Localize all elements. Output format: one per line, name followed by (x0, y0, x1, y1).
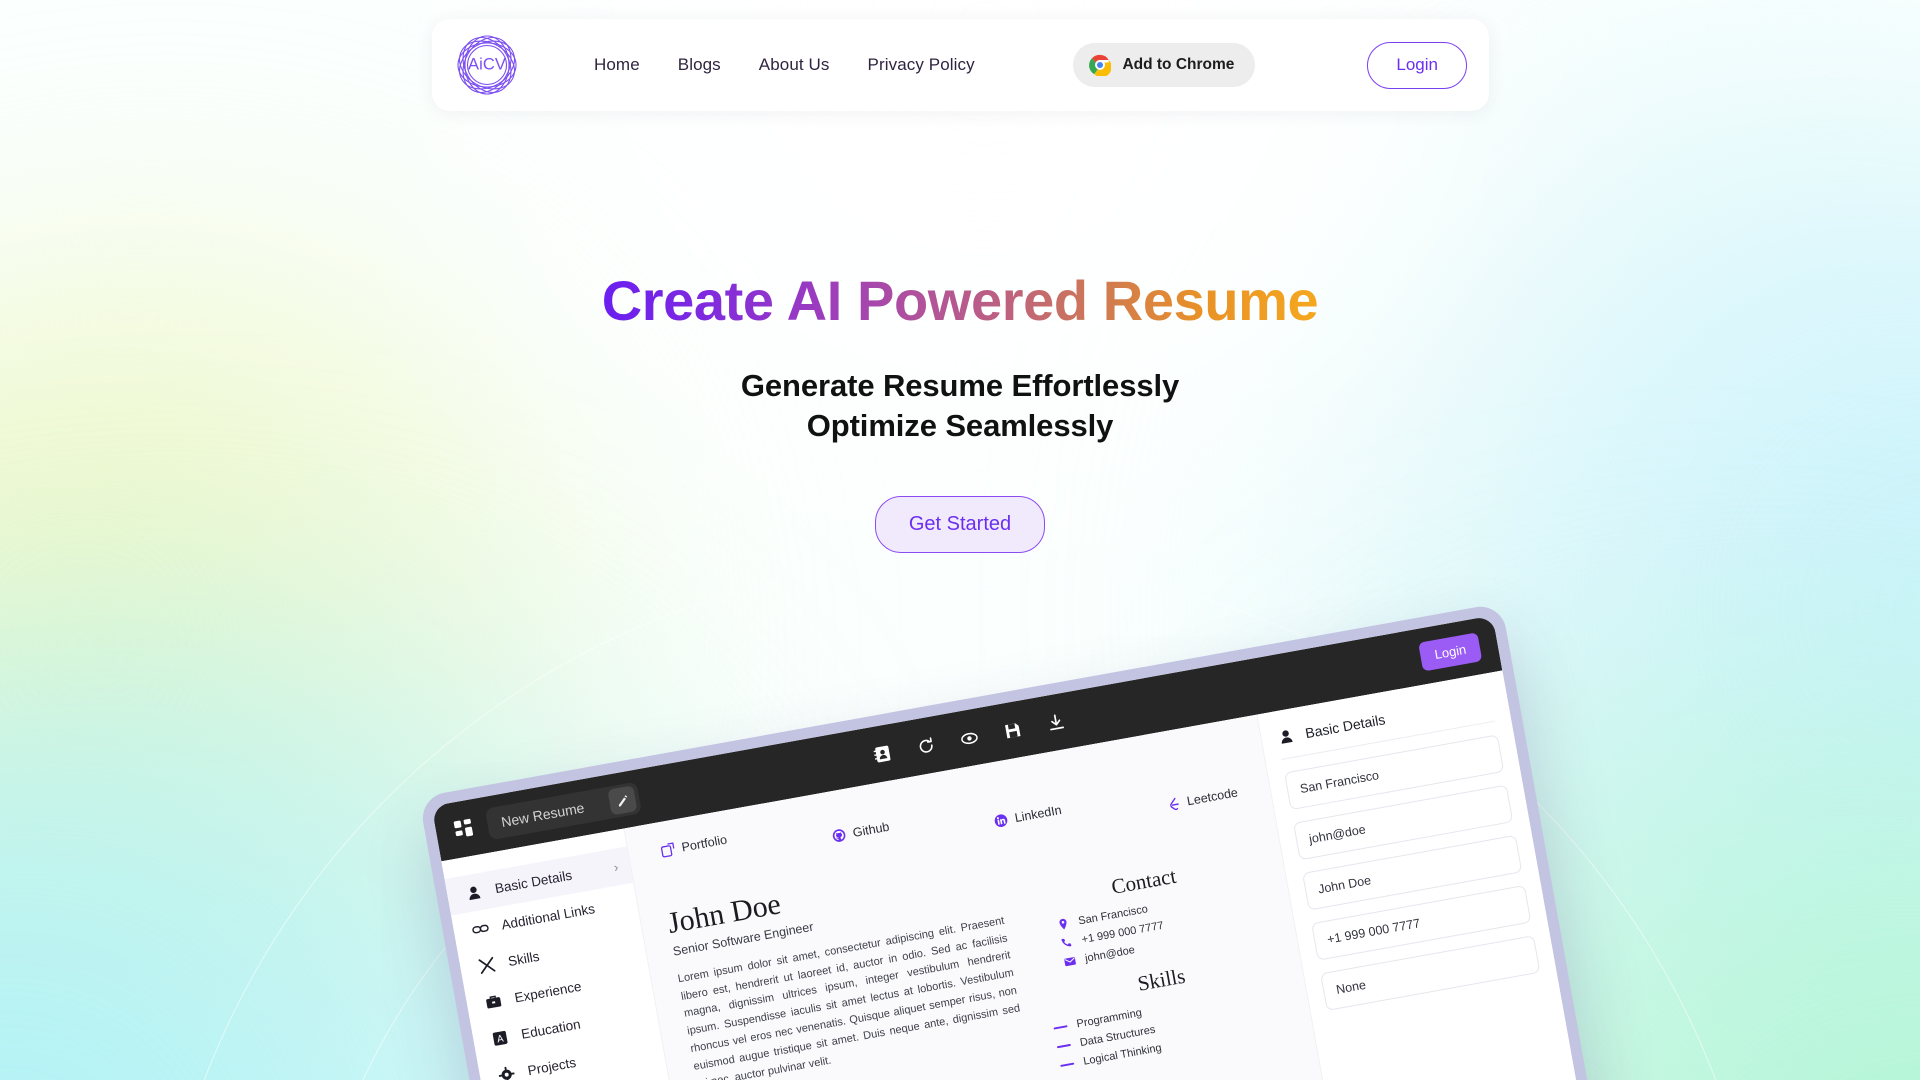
pencil-icon (618, 794, 627, 807)
resume-link-portfolio[interactable]: Portfolio (660, 833, 728, 859)
resume-link-label: Github (851, 819, 891, 840)
mail-icon (1064, 957, 1077, 967)
resume-link-linkedin[interactable]: LinkedIn (993, 803, 1063, 829)
sidebar-label: Projects (526, 1054, 578, 1079)
github-icon (832, 829, 846, 842)
nav-privacy-policy[interactable]: Privacy Policy (868, 55, 975, 75)
user-badge-icon (469, 886, 481, 901)
dash-icon (1053, 1025, 1069, 1030)
location-pin-icon (1059, 918, 1067, 930)
header-actions: Add to Chrome Login (1073, 41, 1467, 89)
sidebar-label: Experience (513, 978, 583, 1006)
basic-details-form-panel: Basic Details San Francisco john@doe Joh… (1256, 670, 1624, 1080)
logo[interactable]: AiCV (454, 32, 520, 98)
sidebar-label: Additional Links (500, 901, 597, 933)
add-to-chrome-label: Add to Chrome (1122, 56, 1235, 73)
external-link-icon (660, 842, 675, 858)
nav-home[interactable]: Home (594, 55, 640, 75)
nav-blogs[interactable]: Blogs (678, 55, 721, 75)
dash-icon (1060, 1062, 1075, 1067)
sidebar-label: Education (519, 1016, 582, 1042)
resume-link-github[interactable]: Github (831, 820, 890, 844)
resume-name-value: New Resume (499, 799, 586, 831)
graduation-icon: A (492, 1030, 508, 1046)
hero-subtitle: Generate Resume Effortlessly Optimize Se… (0, 366, 1920, 447)
refresh-icon[interactable] (915, 735, 937, 757)
laptop-frame: New Resume Login Basic Details › Additio… (418, 602, 1636, 1080)
link-icon (472, 924, 489, 934)
login-button[interactable]: Login (1367, 41, 1467, 89)
resume-contact-label: john@doe (1084, 944, 1136, 965)
resume-link-label: LinkedIn (1013, 802, 1063, 826)
resume-link-label: Portfolio (680, 832, 729, 855)
resume-side-column: Contact San Francisco +1 999 000 7777 jo… (1021, 804, 1306, 1080)
logo-text: AiCV (468, 55, 506, 74)
hero-subtitle-line-2: Optimize Seamlessly (806, 407, 1114, 443)
hero-subtitle-line-1: Generate Resume Effortlessly (740, 367, 1180, 403)
sidebar-label: Basic Details (493, 867, 574, 897)
eye-icon[interactable] (958, 727, 980, 749)
page-root: AiCV Home Blogs About Us Privacy Policy … (0, 0, 1920, 1080)
edit-resume-name-button[interactable] (607, 785, 638, 816)
nav-about-us[interactable]: About Us (759, 55, 830, 75)
linkedin-icon (994, 814, 1008, 827)
main-nav: Home Blogs About Us Privacy Policy (594, 55, 975, 75)
get-started-button[interactable]: Get Started (874, 496, 1046, 554)
hero-title: Create AI Powered Resume (601, 269, 1319, 332)
app-mockup: New Resume Login Basic Details › Additio… (410, 602, 1636, 1080)
contacts-icon[interactable] (872, 742, 894, 764)
sidebar-label: Skills (506, 948, 541, 970)
phone-icon (1061, 938, 1072, 947)
leetcode-icon (1169, 797, 1179, 811)
app-screen: New Resume Login Basic Details › Additio… (431, 615, 1624, 1080)
save-icon[interactable] (1002, 719, 1024, 741)
resume-link-label: Leetcode (1185, 785, 1239, 809)
chrome-icon (1089, 54, 1112, 76)
hero-cta-wrap: Get Started (0, 496, 1920, 554)
hero-section: Create AI Powered Resume Generate Resume… (0, 269, 1920, 554)
app-login-button[interactable]: Login (1418, 631, 1483, 671)
dash-icon (1057, 1043, 1072, 1049)
site-header: AiCV Home Blogs About Us Privacy Policy … (432, 19, 1489, 111)
add-to-chrome-button[interactable]: Add to Chrome (1073, 43, 1256, 87)
gear-icon (498, 1066, 515, 1080)
grid-icon[interactable] (452, 817, 475, 840)
download-icon[interactable] (1045, 711, 1067, 733)
user-badge-icon (1281, 730, 1293, 744)
form-heading-label: Basic Details (1303, 710, 1387, 741)
chevron-right-icon: › (612, 859, 620, 875)
tools-icon (478, 956, 496, 974)
briefcase-icon (486, 995, 502, 1009)
